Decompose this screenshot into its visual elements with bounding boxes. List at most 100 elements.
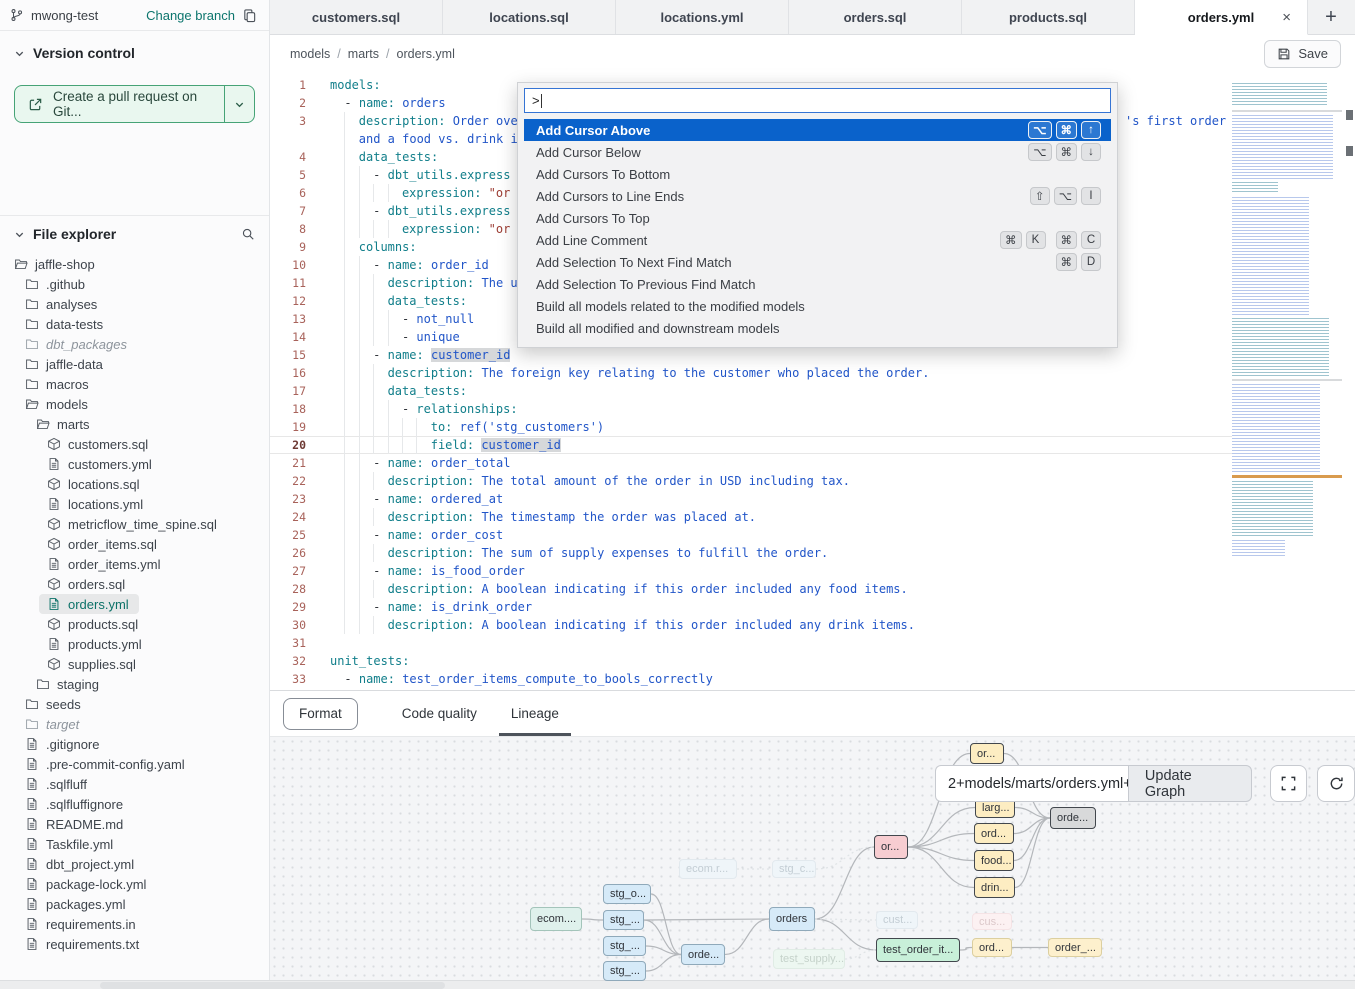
lineage-node-orde-gray[interactable]: orde...	[1050, 807, 1096, 829]
update-graph-button[interactable]: Update Graph	[1128, 765, 1252, 802]
lineage-node-orde[interactable]: orde...	[681, 944, 725, 965]
code-line[interactable]: 32unit_tests:	[270, 652, 1355, 670]
lineage-node-cust[interactable]: cust...	[876, 911, 918, 929]
tree-file-.gitignore[interactable]: .gitignore	[0, 734, 269, 754]
tree-file-requirements.txt[interactable]: requirements.txt	[0, 934, 269, 954]
close-icon[interactable]: ×	[1282, 9, 1291, 26]
lineage-node-order-y[interactable]: order_...	[1048, 938, 1102, 957]
code-line[interactable]: 24description: The timestamp the order w…	[270, 508, 1355, 526]
code-line[interactable]: 26description: The sum of supply expense…	[270, 544, 1355, 562]
code-line[interactable]: 33- name: test_order_items_compute_to_bo…	[270, 670, 1355, 688]
tree-folder-models[interactable]: models	[0, 394, 269, 414]
code-line[interactable]: 30description: A boolean indicating if t…	[270, 616, 1355, 634]
tree-file-locations.yml[interactable]: locations.yml	[0, 494, 269, 514]
horizontal-scrollbar[interactable]	[0, 980, 1355, 989]
lineage-node-stg-2[interactable]: stg_...	[603, 936, 646, 956]
lineage-node-or-y[interactable]: or...	[970, 743, 1004, 764]
tree-file-order_items.yml[interactable]: order_items.yml	[0, 554, 269, 574]
tree-file-products.sql[interactable]: products.sql	[0, 614, 269, 634]
file-explorer-header[interactable]: File explorer	[0, 216, 269, 242]
code-line[interactable]: 18- relationships:	[270, 400, 1355, 418]
tree-file-orders.yml[interactable]: orders.yml	[0, 594, 269, 614]
palette-item-add-selection-to-next-find-match[interactable]: Add Selection To Next Find Match⌘D	[524, 251, 1111, 273]
tree-file-customers.yml[interactable]: customers.yml	[0, 454, 269, 474]
tab-locations.sql[interactable]: locations.sql	[443, 0, 616, 34]
tree-file-orders.sql[interactable]: orders.sql	[0, 574, 269, 594]
lineage-node-test-supply[interactable]: test_supply...	[773, 949, 845, 969]
change-branch-link[interactable]: Change branch	[146, 8, 235, 23]
code-line[interactable]: 23- name: ordered_at	[270, 490, 1355, 508]
fullscreen-button[interactable]	[1270, 765, 1308, 802]
palette-item-add-cursors-to-line-ends[interactable]: Add Cursors to Line Ends⇧⌥I	[524, 185, 1111, 207]
lineage-node-stg-o[interactable]: stg_o...	[603, 884, 651, 904]
lineage-node-or-pink[interactable]: or...	[874, 835, 908, 859]
code-line[interactable]: 16description: The foreign key relating …	[270, 364, 1355, 382]
tree-folder-seeds[interactable]: seeds	[0, 694, 269, 714]
tab-orders.sql[interactable]: orders.sql	[789, 0, 962, 34]
tree-file-.sqlfluff[interactable]: .sqlfluff	[0, 774, 269, 794]
lineage-node-drin[interactable]: drin...	[974, 877, 1015, 898]
code-line[interactable]: 22description: The total amount of the o…	[270, 472, 1355, 490]
lineage-node-food[interactable]: food...	[974, 850, 1014, 871]
tree-folder-data-tests[interactable]: data-tests	[0, 314, 269, 334]
tree-file-.pre-commit-config.yaml[interactable]: .pre-commit-config.yaml	[0, 754, 269, 774]
lineage-node-ord-1[interactable]: ord...	[974, 823, 1014, 844]
tree-file-locations.sql[interactable]: locations.sql	[0, 474, 269, 494]
code-line[interactable]: 27- name: is_food_order	[270, 562, 1355, 580]
search-icon[interactable]	[241, 227, 255, 241]
copy-icon[interactable]	[242, 8, 257, 23]
create-pr-button[interactable]: Create a pull request on Git...	[14, 85, 255, 123]
tree-file-metricflow_time_spine.sql[interactable]: metricflow_time_spine.sql	[0, 514, 269, 534]
format-button[interactable]: Format	[283, 698, 358, 730]
tree-file-customers.sql[interactable]: customers.sql	[0, 434, 269, 454]
lineage-node-stg-3[interactable]: stg_...	[603, 961, 646, 981]
tree-file-products.yml[interactable]: products.yml	[0, 634, 269, 654]
code-line[interactable]: 29- name: is_drink_order	[270, 598, 1355, 616]
graph-filter-input[interactable]: 2+models/marts/orders.yml+	[935, 765, 1128, 802]
code-line[interactable]: 19to: ref('stg_customers')	[270, 418, 1355, 436]
code-line[interactable]: 28description: A boolean indicating if t…	[270, 580, 1355, 598]
pr-dropdown-button[interactable]	[224, 86, 254, 122]
tree-file-README.md[interactable]: README.md	[0, 814, 269, 834]
tree-folder-jaffle-data[interactable]: jaffle-data	[0, 354, 269, 374]
lineage-node-test-order-it[interactable]: test_order_it...	[876, 938, 960, 962]
command-palette-input[interactable]: >	[524, 88, 1111, 113]
palette-item-add-cursor-below[interactable]: Add Cursor Below⌥⌘↓	[524, 141, 1111, 163]
tree-folder-staging[interactable]: staging	[0, 674, 269, 694]
new-tab-button[interactable]: +	[1308, 0, 1354, 34]
scrollbar-thumb[interactable]	[100, 982, 445, 989]
tree-file-package-lock.yml[interactable]: package-lock.yml	[0, 874, 269, 894]
tree-folder-analyses[interactable]: analyses	[0, 294, 269, 314]
palette-item-add-cursors-to-top[interactable]: Add Cursors To Top	[524, 207, 1111, 229]
tree-file-order_items.sql[interactable]: order_items.sql	[0, 534, 269, 554]
refresh-button[interactable]	[1317, 765, 1355, 802]
tab-lineage[interactable]: Lineage	[499, 691, 571, 736]
code-line[interactable]: 31	[270, 634, 1355, 652]
palette-item-add-selection-to-previous-find-match[interactable]: Add Selection To Previous Find Match	[524, 273, 1111, 295]
tree-file-dbt_project.yml[interactable]: dbt_project.yml	[0, 854, 269, 874]
tree-file-Taskfile.yml[interactable]: Taskfile.yml	[0, 834, 269, 854]
minimap[interactable]	[1232, 80, 1342, 550]
tab-orders.yml[interactable]: orders.yml×	[1135, 0, 1308, 35]
lineage-node-ecom[interactable]: ecom....	[530, 907, 582, 931]
lineage-canvas[interactable]: ecom....stg_o...stg_...stg_...stg_...ord…	[270, 736, 1355, 981]
tab-customers.sql[interactable]: customers.sql	[270, 0, 443, 34]
palette-item-add-cursor-above[interactable]: Add Cursor Above⌥⌘↑	[524, 119, 1111, 141]
tree-file-packages.yml[interactable]: packages.yml	[0, 894, 269, 914]
tab-locations.yml[interactable]: locations.yml	[616, 0, 789, 34]
palette-item-build-all-modified-and-downstream-models[interactable]: Build all modified and downstream models	[524, 317, 1111, 339]
lineage-node-orders[interactable]: orders	[769, 907, 815, 931]
palette-item-add-cursors-to-bottom[interactable]: Add Cursors To Bottom	[524, 163, 1111, 185]
tree-file-requirements.in[interactable]: requirements.in	[0, 914, 269, 934]
tree-file-supplies.sql[interactable]: supplies.sql	[0, 654, 269, 674]
save-button[interactable]: Save	[1264, 40, 1341, 68]
lineage-node-cus[interactable]: cus...	[972, 913, 1012, 930]
code-line[interactable]: 20field: customer_id	[270, 436, 1355, 454]
code-line[interactable]: 17data_tests:	[270, 382, 1355, 400]
tree-folder-marts[interactable]: marts	[0, 414, 269, 434]
tree-folder-macros[interactable]: macros	[0, 374, 269, 394]
tree-folder-dbt_packages[interactable]: dbt_packages	[0, 334, 269, 354]
tree-folder-target[interactable]: target	[0, 714, 269, 734]
lineage-node-stg-1[interactable]: stg_...	[603, 910, 644, 930]
tab-code-quality[interactable]: Code quality	[390, 691, 489, 736]
